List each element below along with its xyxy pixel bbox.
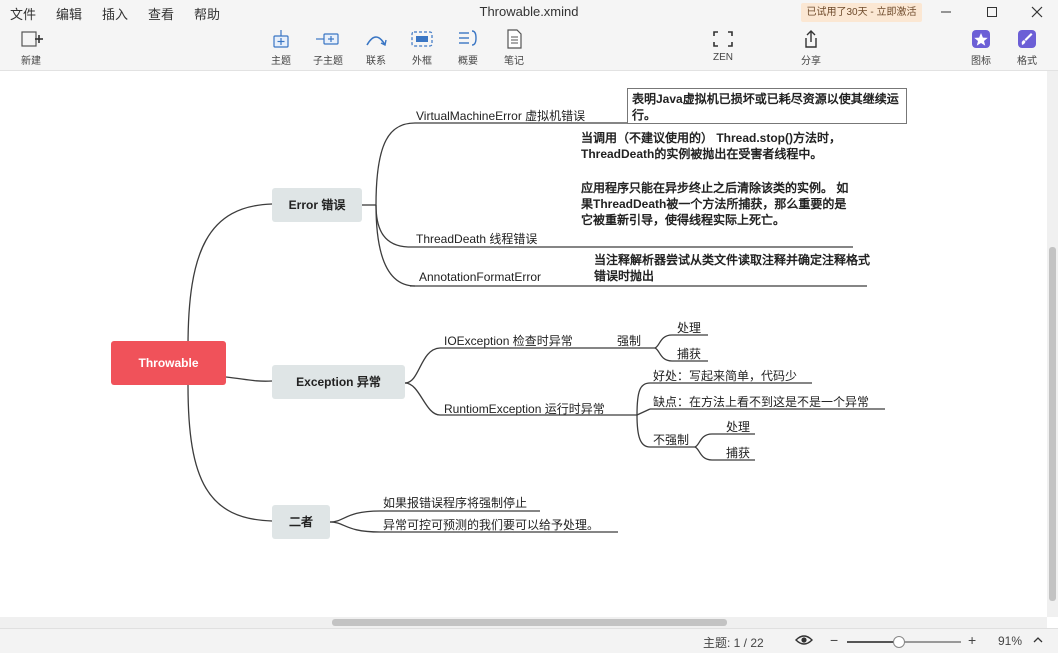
zoom-dropdown[interactable] bbox=[1033, 634, 1043, 648]
topic-error[interactable]: Error 错误 bbox=[272, 188, 362, 222]
note-button[interactable]: 笔记 bbox=[491, 26, 537, 68]
connector-error-afe bbox=[375, 204, 416, 287]
eye-icon bbox=[795, 635, 813, 645]
subtopic-vme[interactable]: VirtualMachineError 虚拟机错误 bbox=[416, 107, 585, 124]
menu-bar: 文件 编辑 插入 查看 帮助 Throwable.xmind 已试用了30天 -… bbox=[0, 0, 1058, 24]
share-icon bbox=[805, 30, 817, 48]
connector-error-vme bbox=[375, 122, 416, 206]
close-button[interactable] bbox=[1020, 0, 1054, 24]
connector-root-error bbox=[187, 203, 273, 348]
boundary-icon bbox=[411, 31, 433, 47]
subtopic-threaddeath[interactable]: ThreadDeath 线程错误 bbox=[416, 230, 537, 247]
topic-exception[interactable]: Exception 异常 bbox=[272, 365, 405, 399]
topic-count: 主题: 1 / 22 bbox=[703, 636, 764, 650]
subtopic-rt-catch[interactable]: 捕获 bbox=[726, 444, 750, 461]
new-label: 新建 bbox=[21, 56, 41, 67]
subtopic-io-force[interactable]: 强制 bbox=[617, 332, 641, 349]
subtopic-annotationformaterror[interactable]: AnnotationFormatError bbox=[419, 270, 541, 284]
note-threaddeath-2[interactable]: 应用程序只能在异步终止之后清除该类的实例。 如果ThreadDeath被一个方法… bbox=[581, 180, 851, 228]
topic-both[interactable]: 二者 bbox=[272, 505, 330, 539]
subtopic-icon bbox=[316, 33, 339, 45]
vertical-scroll-thumb[interactable] bbox=[1049, 247, 1056, 601]
subtopic-rt-con[interactable]: 缺点：在方法上看不到这是不是一个异常 bbox=[653, 393, 869, 410]
zen-button[interactable]: ZEN bbox=[700, 26, 746, 68]
zoom-level[interactable]: 91% bbox=[998, 634, 1022, 648]
mindmap-canvas[interactable]: Throwable Error 错误 Exception 异常 二者 Virtu… bbox=[0, 71, 1047, 617]
zoom-slider-knob[interactable] bbox=[893, 636, 906, 648]
connector-both-line1 bbox=[329, 510, 381, 523]
maximize-button[interactable] bbox=[975, 0, 1009, 24]
topic-button[interactable]: 主题 bbox=[258, 26, 304, 68]
connector-io-catch bbox=[654, 347, 673, 362]
subtopic-rt-handle[interactable]: 处理 bbox=[726, 418, 750, 435]
trial-badge[interactable]: 已试用了30天 - 立即激活 bbox=[801, 3, 922, 22]
maximize-icon bbox=[987, 6, 997, 17]
subtopic-io-handle[interactable]: 处理 bbox=[677, 319, 701, 336]
relation-label: 联系 bbox=[366, 56, 386, 67]
summary-label: 概要 bbox=[458, 56, 478, 67]
zen-icon bbox=[713, 31, 733, 47]
minimize-icon bbox=[941, 11, 951, 13]
subtopic-both-2[interactable]: 异常可控可预测的我们要可以给予处理。 bbox=[383, 516, 599, 533]
zoom-in-button[interactable]: + bbox=[968, 632, 976, 648]
zoom-slider-fill bbox=[847, 641, 900, 643]
horizontal-scrollbar[interactable] bbox=[0, 617, 1047, 628]
root-topic[interactable]: Throwable bbox=[111, 341, 226, 385]
note-threaddeath-1[interactable]: 当调用（不建议使用的） Thread.stop()方法时， ThreadDeat… bbox=[581, 130, 851, 162]
status-bar: 主题: 1 / 22 − + 91% bbox=[0, 628, 1058, 653]
zoom-out-button[interactable]: − bbox=[830, 632, 838, 648]
share-label: 分享 bbox=[801, 56, 821, 67]
subtopic-io-catch[interactable]: 捕获 bbox=[677, 345, 701, 362]
connector-root-both bbox=[187, 384, 273, 522]
connector-noforce-handle bbox=[694, 433, 713, 448]
minimize-button[interactable] bbox=[929, 0, 963, 24]
relation-icon bbox=[366, 36, 387, 47]
new-button[interactable]: 新建 bbox=[8, 26, 54, 68]
icon-panel-button[interactable]: 图标 bbox=[958, 26, 1004, 68]
format-button[interactable]: 格式 bbox=[1004, 26, 1050, 68]
connector-exception-children bbox=[404, 347, 441, 384]
connector-io-handle bbox=[654, 334, 673, 349]
horizontal-scroll-thumb[interactable] bbox=[332, 619, 727, 626]
share-button[interactable]: 分享 bbox=[788, 26, 834, 68]
summary-icon bbox=[459, 30, 477, 46]
topic-label: 主题 bbox=[271, 56, 291, 67]
connector-root-exception bbox=[225, 376, 273, 382]
zen-label: ZEN bbox=[713, 52, 733, 63]
connector-both-line2 bbox=[329, 521, 381, 533]
new-icon bbox=[21, 31, 43, 47]
subtopic-rt-pro[interactable]: 好处：写起来简单，代码少 bbox=[653, 367, 797, 384]
star-icon bbox=[972, 30, 990, 48]
eye-toggle[interactable] bbox=[795, 633, 813, 650]
boundary-label: 外框 bbox=[412, 56, 432, 67]
connector-exception-rt bbox=[404, 382, 441, 416]
close-icon bbox=[1031, 6, 1043, 18]
relation-button[interactable]: 联系 bbox=[353, 26, 399, 68]
connector-noforce-catch bbox=[694, 446, 713, 461]
vertical-scrollbar[interactable] bbox=[1047, 71, 1058, 617]
summary-button[interactable]: 概要 bbox=[445, 26, 491, 68]
connector-error-td bbox=[375, 204, 409, 248]
subtopic-both-1[interactable]: 如果报错误程序将强制停止 bbox=[383, 494, 527, 511]
subtopic-rt-noforce[interactable]: 不强制 bbox=[653, 431, 689, 448]
icon-panel-label: 图标 bbox=[971, 56, 991, 67]
note-label: 笔记 bbox=[504, 56, 524, 67]
connector-rt-con bbox=[636, 408, 651, 416]
subtopic-button[interactable]: 子主题 bbox=[305, 26, 351, 68]
connector-rt-noforce bbox=[636, 414, 651, 448]
topic-icon bbox=[273, 30, 289, 48]
chevron-up-icon bbox=[1033, 637, 1043, 643]
format-label: 格式 bbox=[1017, 56, 1037, 67]
paintbrush-icon bbox=[1018, 30, 1036, 48]
note-icon bbox=[507, 29, 522, 49]
note-vme[interactable]: 表明Java虚拟机已损坏或已耗尽资源以使其继续运行。 bbox=[627, 88, 907, 124]
subtopic-runtimeexception[interactable]: RuntiomException 运行时异常 bbox=[444, 400, 605, 417]
subtopic-label: 子主题 bbox=[313, 56, 343, 67]
note-annotationformaterror[interactable]: 当注释解析器尝试从类文件读取注释并确定注释格式错误时抛出 bbox=[594, 252, 870, 284]
subtopic-ioexception[interactable]: IOException 检查时异常 bbox=[444, 332, 573, 349]
boundary-button[interactable]: 外框 bbox=[399, 26, 445, 68]
toolbar: 新建 主题 子主题 联系 外框 概要 笔记 ZEN 分享 图标 格式 bbox=[0, 24, 1058, 71]
zoom-slider[interactable] bbox=[847, 636, 961, 648]
